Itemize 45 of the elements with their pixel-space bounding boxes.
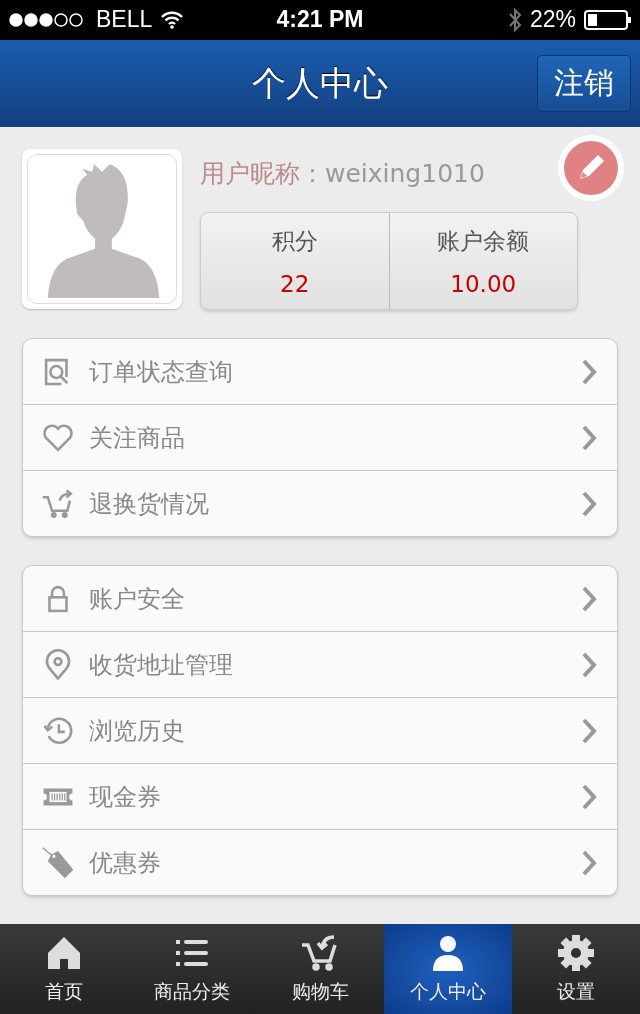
tab-item[interactable]: 购物车 bbox=[256, 924, 384, 1014]
menu-item[interactable]: 订单状态查询 bbox=[23, 339, 617, 405]
chevron-right-icon bbox=[581, 423, 597, 452]
stat-label: 积分 bbox=[271, 226, 318, 256]
menu-item[interactable]: 浏览历史 bbox=[23, 697, 617, 764]
chevron-right-icon bbox=[581, 782, 597, 811]
stat-label: 账户余额 bbox=[437, 226, 530, 256]
tab-item[interactable]: 首页 bbox=[0, 924, 128, 1014]
menu-label: 账户安全 bbox=[89, 583, 186, 615]
chevron-right-icon bbox=[581, 650, 597, 679]
menu-item[interactable]: 关注商品 bbox=[23, 404, 617, 471]
menu-item[interactable]: 退换货情况 bbox=[23, 470, 617, 537]
menu-item[interactable]: 收货地址管理 bbox=[23, 631, 617, 698]
menu-label: 优惠券 bbox=[89, 847, 162, 879]
clock-time: 4:21 PM bbox=[276, 6, 364, 34]
chevron-right-icon bbox=[581, 848, 597, 877]
chevron-right-icon bbox=[581, 584, 597, 613]
wifi-icon bbox=[160, 10, 185, 29]
nickname-text: 用户昵称：weixing1010 bbox=[200, 158, 486, 191]
carrier-name: BELL bbox=[96, 6, 153, 34]
battery-icon bbox=[584, 9, 632, 30]
menu-label: 现金券 bbox=[89, 781, 162, 813]
tab-item[interactable]: 设置 bbox=[512, 924, 640, 1014]
menu-label: 关注商品 bbox=[89, 422, 186, 454]
bluetooth-icon bbox=[507, 7, 522, 32]
settings-icon bbox=[556, 933, 596, 974]
stat-value: 10.00 bbox=[450, 270, 517, 297]
menu-item[interactable]: 现金券 bbox=[23, 763, 617, 830]
cart-icon bbox=[300, 933, 340, 974]
tag-icon bbox=[41, 845, 75, 880]
stat-value: 22 bbox=[280, 270, 310, 297]
menu-label: 退换货情况 bbox=[89, 488, 210, 520]
menu-label: 订单状态查询 bbox=[89, 356, 234, 388]
logout-button[interactable]: 注销 bbox=[537, 54, 631, 112]
menu-label: 浏览历史 bbox=[89, 715, 186, 747]
tab-item[interactable]: 个人中心 bbox=[384, 924, 512, 1014]
chevron-right-icon bbox=[581, 357, 597, 386]
battery-percent: 22% bbox=[529, 6, 576, 34]
tab-item[interactable]: 商品分类 bbox=[128, 924, 256, 1014]
page-title: 个人中心 bbox=[252, 61, 388, 105]
chevron-right-icon bbox=[581, 489, 597, 518]
menu-item[interactable]: 优惠券 bbox=[23, 829, 617, 896]
menu-item[interactable]: 账户安全 bbox=[23, 566, 617, 632]
menu-label: 收货地址管理 bbox=[89, 649, 234, 681]
chevron-right-icon bbox=[581, 716, 597, 745]
